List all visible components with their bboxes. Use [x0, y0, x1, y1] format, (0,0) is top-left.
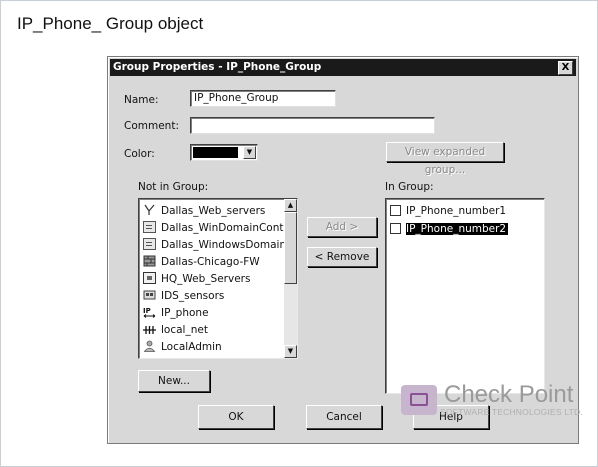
new-button[interactable]: New...	[138, 370, 210, 392]
list-item-selected[interactable]: IP_Phone_number2	[390, 221, 509, 237]
remove-button[interactable]: < Remove	[307, 247, 377, 267]
scroll-thumb[interactable]	[284, 212, 297, 284]
color-dropdown-arrow-icon[interactable]: ▼	[243, 146, 256, 159]
add-button[interactable]: Add >	[307, 217, 377, 237]
svg-text:IP: IP	[143, 307, 151, 315]
color-swatch	[193, 147, 238, 158]
network-icon	[143, 323, 156, 335]
color-label: Color:	[124, 148, 155, 160]
brand-name: Check Point	[444, 381, 574, 408]
in-group-label: In Group:	[385, 181, 434, 193]
comment-label: Comment:	[124, 120, 179, 132]
ok-button[interactable]: OK	[198, 405, 274, 429]
firewall-icon	[143, 255, 156, 267]
color-select[interactable]: ▼	[190, 144, 258, 161]
ip-phone-checkbox-icon	[390, 223, 401, 234]
brand-tagline: SOFTWARE TECHNOLOGIES LTD.	[440, 407, 583, 417]
dialog-title: Group Properties - IP_Phone_Group	[113, 61, 322, 73]
list-item[interactable]: IP IP_phone	[143, 305, 209, 321]
ip-range-icon: IP	[143, 306, 156, 318]
dialog-titlebar: Group Properties - IP_Phone_Group X	[110, 59, 576, 76]
view-expanded-group-button[interactable]: View expanded group...	[386, 142, 504, 176]
server-icon	[143, 272, 156, 284]
check-point-logo-icon	[401, 385, 437, 415]
network-group-icon	[143, 204, 156, 216]
list-item[interactable]: local_net	[143, 322, 208, 338]
close-button[interactable]: X	[558, 61, 573, 75]
server-icon	[143, 221, 156, 233]
in-group-list[interactable]: IP_Phone_number1 IP_Phone_number2	[385, 198, 545, 394]
list-item[interactable]: IDS_sensors	[143, 288, 224, 304]
scroll-down-icon[interactable]: ▼	[284, 345, 297, 358]
page-caption: IP_Phone_ Group object	[17, 14, 204, 33]
list-item[interactable]: Dallas_WindowsDomainC	[143, 237, 293, 253]
name-label: Name:	[124, 94, 159, 106]
cancel-button[interactable]: Cancel	[306, 405, 382, 429]
user-icon	[143, 340, 156, 352]
comment-field[interactable]	[190, 117, 435, 134]
list-item[interactable]: IP_Phone_number1	[390, 203, 506, 219]
list-item[interactable]: Dallas_Web_servers	[143, 203, 265, 219]
not-in-group-label: Not in Group:	[138, 181, 209, 193]
group-icon	[143, 289, 156, 301]
list-item[interactable]: HQ_Web_Servers	[143, 271, 250, 287]
ip-phone-checkbox-icon	[390, 205, 401, 216]
name-field[interactable]: IP_Phone_Group	[190, 90, 336, 107]
list-item[interactable]: Dallas-Chicago-FW	[143, 254, 260, 270]
not-in-group-list[interactable]: Dallas_Web_servers Dallas_WinDomainContr…	[138, 198, 298, 359]
list-item[interactable]: LocalAdmin	[143, 339, 222, 355]
list-item[interactable]: Dallas_WinDomainControl	[143, 220, 297, 236]
server-icon	[143, 238, 156, 250]
scroll-up-icon[interactable]: ▲	[284, 199, 297, 212]
not-in-group-scrollbar[interactable]: ▲ ▼	[284, 199, 297, 358]
